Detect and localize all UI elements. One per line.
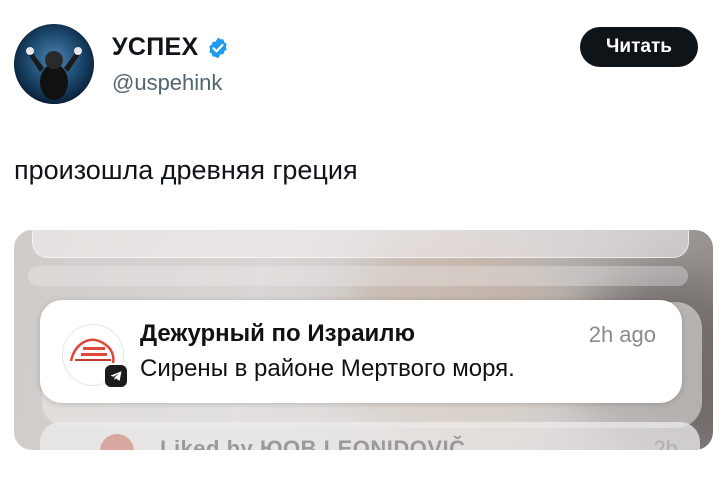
verified-badge-icon (209, 37, 228, 58)
post-media-image[interactable]: Дежурный по Израилю 2h ago Сирены в райо… (14, 230, 713, 450)
author-avatar[interactable] (14, 24, 94, 104)
channel-avatar (62, 324, 127, 387)
stacked-notification-top (32, 230, 689, 258)
post-text: произошла древняя греция (14, 155, 358, 185)
notification-title: Дежурный по Израилю (140, 320, 416, 347)
author-name-row[interactable]: УСПЕХ (112, 33, 230, 62)
notification-body: Сирены в районе Мертвого моря. (140, 355, 515, 382)
notification-time: 2h ago (588, 322, 656, 347)
telegram-icon (105, 365, 127, 387)
author-name[interactable]: УСПЕХ (112, 33, 198, 62)
follow-button[interactable]: Читать (580, 27, 698, 67)
next-notification-text: Liked by ЮОВ LEONIDOVIČ (160, 436, 466, 450)
notification-card: Дежурный по Израилю 2h ago Сирены в райо… (40, 300, 682, 403)
next-notification-card: Liked by ЮОВ LEONIDOVIČ 2h (40, 422, 700, 450)
stacked-notification-edge (28, 266, 688, 286)
next-notification-time: 2h (653, 436, 678, 450)
author-handle[interactable]: @uspehink (112, 70, 222, 96)
next-notification-icon (100, 434, 134, 450)
avatar-image (14, 24, 94, 104)
